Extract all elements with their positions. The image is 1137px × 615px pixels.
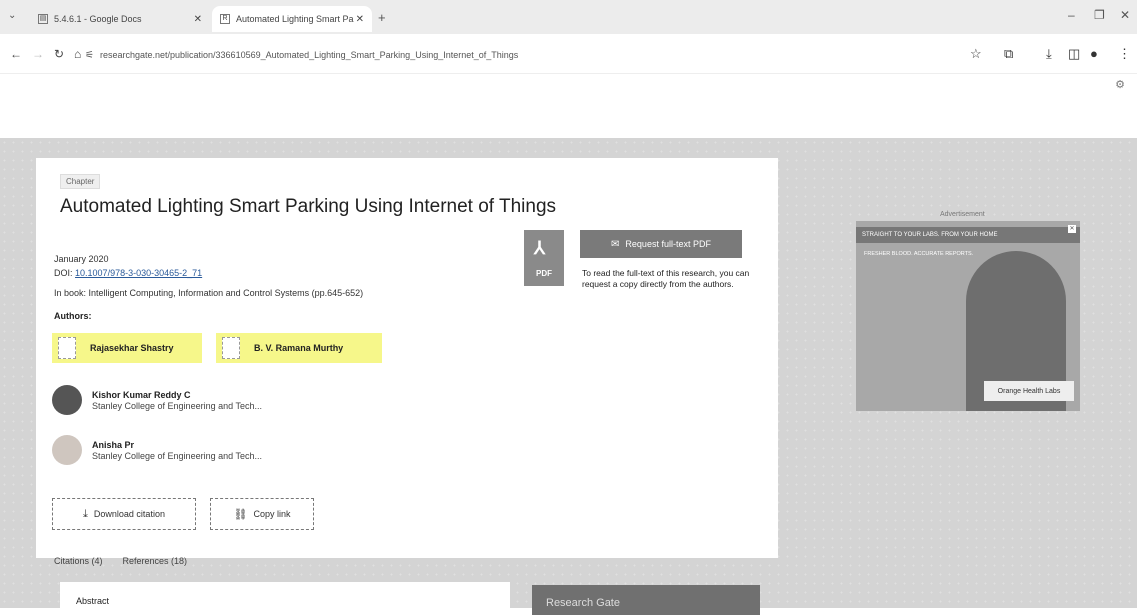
side-panel-title: Research Gate (546, 597, 620, 609)
author-placeholder-icon (222, 337, 240, 359)
browser-tab-strip: ⌄ ▤ 5.4.6.1 - Google Docs ✕ R Automated … (0, 0, 1137, 34)
tab-title: 5.4.6.1 - Google Docs (54, 14, 142, 24)
downloads-icon[interactable]: ⤓ (1046, 46, 1052, 62)
tab-citations[interactable]: Citations (4) (54, 556, 103, 566)
doi-line: DOI: 10.1007/978-3-030-30465-2_71 (54, 268, 202, 278)
tab-researchgate[interactable]: R Automated Lighting Smart Pa ✕ (212, 6, 372, 32)
download-icon: ⤓ (83, 507, 88, 520)
url-text: researchgate.net/publication/336610569_A… (99, 50, 519, 60)
ad-subtext: FRESHER BLOOD. ACCURATE REPORTS. (864, 251, 974, 257)
reload-icon[interactable]: ↻ (54, 47, 64, 61)
pdf-label: PDF (536, 269, 552, 278)
pdf-icon: ⅄ PDF (524, 230, 564, 286)
minimize-icon[interactable]: – (1068, 8, 1075, 22)
back-icon[interactable]: ← (10, 47, 22, 61)
publication-type-chip: Chapter (60, 174, 101, 189)
authors-label: Authors: (54, 311, 92, 321)
author-anisha[interactable]: Anisha Pr Stanley College of Engineering… (52, 435, 262, 465)
author-name[interactable]: Anisha Pr (92, 440, 262, 450)
close-window-icon[interactable]: ✕ (1120, 8, 1130, 22)
publication-tabs: Citations (4) References (18) (54, 556, 187, 566)
site-info-icon[interactable]: ⚟ (85, 50, 94, 61)
author-kishor[interactable]: Kishor Kumar Reddy C Stanley College of … (52, 385, 262, 415)
menu-icon[interactable]: ⋮ (1118, 46, 1131, 62)
profile-avatar-icon[interactable]: ● (1090, 46, 1098, 61)
close-tab-icon[interactable]: ✕ (194, 14, 202, 25)
new-tab-button[interactable]: + (378, 10, 386, 25)
request-fulltext-label: Request full-text PDF (625, 239, 711, 249)
author-placeholder-icon (58, 337, 76, 359)
side-panel-header: Research Gate (532, 585, 760, 615)
close-tab-icon[interactable]: ✕ (356, 14, 364, 25)
ad-headline: STRAIGHT TO YOUR LABS. FROM YOUR HOME (856, 227, 1080, 243)
tab-google-docs[interactable]: ▤ 5.4.6.1 - Google Docs ✕ (30, 6, 210, 32)
advertisement-banner[interactable]: STRAIGHT TO YOUR LABS. FROM YOUR HOME FR… (856, 221, 1080, 411)
doi-prefix: DOI: (54, 268, 73, 278)
docs-icon: ▤ (38, 14, 48, 24)
acrobat-icon: ⅄ (534, 238, 545, 258)
forward-icon[interactable]: → (32, 47, 44, 61)
author-name[interactable]: Kishor Kumar Reddy C (92, 390, 262, 400)
page-title: Automated Lighting Smart Parking Using I… (60, 196, 557, 217)
doi-link[interactable]: 10.1007/978-3-030-30465-2_71 (75, 268, 202, 278)
researchgate-icon: R (220, 14, 230, 24)
link-icon: ⛓ (233, 508, 248, 521)
author-name[interactable]: Rajasekhar Shastry (90, 343, 174, 353)
extensions-icon[interactable]: ⧉ (1004, 46, 1013, 62)
tab-title: Automated Lighting Smart Pa (236, 14, 354, 24)
download-citation-button[interactable]: ⤓ Download citation (52, 498, 196, 530)
copy-link-label: Copy link (253, 509, 291, 519)
home-icon[interactable]: ⌂ (74, 47, 81, 61)
avatar (52, 435, 82, 465)
address-bar: ← → ↻ ⌂ ⚟ researchgate.net/publication/3… (0, 34, 1137, 74)
side-panel-icon[interactable]: ◫ (1068, 46, 1080, 62)
author-name[interactable]: B. V. Ramana Murthy (254, 343, 343, 353)
envelope-icon: ✉ (611, 238, 620, 250)
avatar (52, 385, 82, 415)
publication-card: Chapter Automated Lighting Smart Parking… (36, 158, 778, 566)
request-fulltext-button[interactable]: ✉ Request full-text PDF (580, 230, 742, 258)
bookmark-star-icon[interactable]: ☆ (970, 46, 982, 62)
abstract-heading: Abstract (76, 596, 110, 606)
page-content: Chapter Automated Lighting Smart Parking… (0, 138, 1137, 608)
author-rajasekhar[interactable]: Rajasekhar Shastry (52, 333, 202, 363)
tab-references[interactable]: References (18) (123, 556, 188, 566)
url-field[interactable]: ⚟ researchgate.net/publication/336610569… (85, 45, 645, 65)
fulltext-note: To read the full-text of this research, … (582, 268, 750, 289)
ad-close-icon[interactable]: ✕ (1068, 225, 1076, 233)
author-affiliation: Stanley College of Engineering and Tech.… (92, 400, 262, 411)
book-info: In book: Intelligent Computing, Informat… (54, 288, 364, 298)
publication-date: January 2020 (54, 254, 109, 264)
ad-brand-logo: Orange Health Labs (984, 381, 1074, 401)
download-citation-label: Download citation (93, 509, 165, 519)
settings-gear-icon[interactable]: ⚙ (1115, 78, 1125, 91)
advertisement-label: Advertisement (940, 211, 985, 218)
author-ramana-murthy[interactable]: B. V. Ramana Murthy (216, 333, 382, 363)
restore-icon[interactable]: ❐ (1094, 8, 1105, 22)
author-affiliation: Stanley College of Engineering and Tech.… (92, 450, 262, 461)
copy-link-button[interactable]: ⛓ Copy link (210, 498, 314, 530)
tab-search-icon[interactable]: ⌄ (8, 10, 16, 21)
